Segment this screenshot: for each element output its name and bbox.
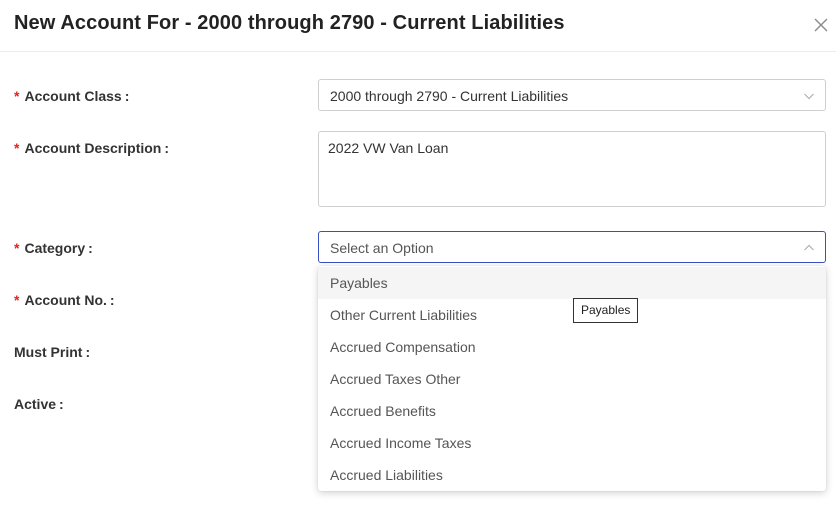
dialog-header: New Account For - 2000 through 2790 - Cu… bbox=[0, 0, 836, 52]
category-option[interactable]: Other Current Liabilities bbox=[318, 299, 826, 331]
close-icon[interactable] bbox=[812, 16, 830, 34]
category-option[interactable]: Accrued Benefits bbox=[318, 395, 826, 427]
label-colon: : bbox=[88, 240, 93, 256]
category-label-text: Category bbox=[24, 240, 86, 256]
required-marker: * bbox=[14, 140, 20, 156]
chevron-down-icon bbox=[804, 93, 814, 100]
label-colon: : bbox=[85, 344, 91, 360]
must-print-label: Must Print: bbox=[14, 344, 90, 360]
must-print-label-text: Must Print bbox=[14, 344, 83, 360]
category-option[interactable]: Accrued Compensation bbox=[318, 331, 826, 363]
required-marker: * bbox=[14, 88, 20, 104]
account-description-value: 2022 VW Van Loan bbox=[328, 140, 449, 156]
account-description-textarea[interactable]: 2022 VW Van Loan bbox=[318, 131, 826, 207]
account-description-label-text: Account Description bbox=[24, 140, 162, 156]
account-no-label-text: Account No. bbox=[24, 292, 107, 308]
account-class-value: 2000 through 2790 - Current Liabilities bbox=[330, 88, 569, 104]
account-no-label: * Account No.: bbox=[14, 292, 115, 308]
category-option[interactable]: Accrued Liabilities bbox=[318, 459, 826, 491]
label-colon: : bbox=[109, 292, 115, 308]
category-option[interactable]: Payables bbox=[318, 267, 826, 299]
category-select[interactable]: Select an Option bbox=[318, 231, 826, 263]
dialog-title: New Account For - 2000 through 2790 - Cu… bbox=[14, 12, 565, 34]
category-option[interactable]: Accrued Taxes Other bbox=[318, 363, 826, 395]
required-marker: * bbox=[14, 292, 20, 308]
category-option[interactable]: Accrued Income Taxes bbox=[318, 427, 826, 459]
chevron-up-icon bbox=[804, 244, 814, 251]
required-marker: * bbox=[14, 240, 20, 256]
account-class-label-text: Account Class bbox=[24, 88, 122, 104]
account-class-label: * Account Class: bbox=[14, 88, 129, 104]
category-label: * Category: bbox=[14, 240, 93, 256]
label-colon: : bbox=[124, 88, 130, 104]
account-description-label: * Account Description: bbox=[14, 140, 169, 156]
active-label-text: Active bbox=[14, 396, 57, 412]
category-placeholder: Select an Option bbox=[330, 240, 434, 256]
account-class-select[interactable]: 2000 through 2790 - Current Liabilities bbox=[318, 79, 826, 111]
label-colon: : bbox=[59, 396, 64, 412]
label-colon: : bbox=[164, 140, 170, 156]
option-tooltip: Payables bbox=[573, 298, 639, 323]
active-label: Active: bbox=[14, 396, 64, 412]
category-dropdown: Payables Other Current Liabilities Accru… bbox=[318, 266, 826, 491]
